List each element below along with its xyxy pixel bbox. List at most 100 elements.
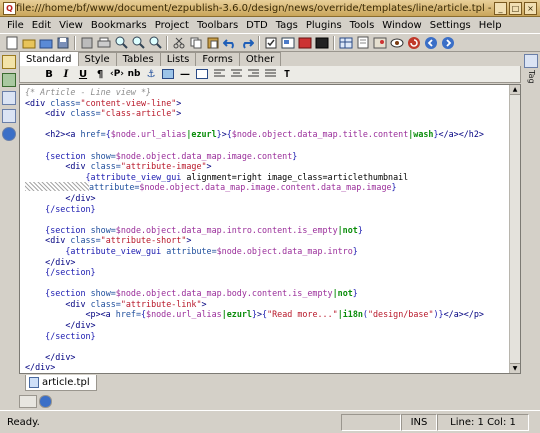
align-justify-icon[interactable] [263, 67, 277, 81]
code-line[interactable] [25, 140, 508, 151]
structure-icon[interactable] [2, 109, 16, 123]
nbsp-icon[interactable]: nb [127, 67, 141, 81]
menu-tags[interactable]: Tags [272, 20, 302, 31]
eye-icon[interactable] [389, 35, 405, 51]
menu-tools[interactable]: Tools [346, 20, 379, 31]
teletype-icon[interactable]: T [280, 67, 294, 81]
code-line[interactable]: <div class="class-article"> [25, 108, 508, 119]
preview-icon[interactable] [280, 35, 296, 51]
tab-style[interactable]: Style [77, 52, 117, 66]
refresh-icon[interactable] [406, 35, 422, 51]
cut-icon[interactable] [171, 35, 187, 51]
menu-bookmarks[interactable]: Bookmarks [87, 20, 151, 31]
horizontal-rule-icon[interactable]: — [178, 67, 192, 81]
menu-file[interactable]: File [3, 20, 28, 31]
tab-standard[interactable]: Standard [19, 51, 79, 66]
code-line[interactable]: <div class="attribute-image"> [25, 161, 508, 172]
code-line[interactable]: {/section} [25, 267, 508, 278]
align-right-icon[interactable] [246, 67, 260, 81]
code-line[interactable]: <div class="attribute-link"> [25, 299, 508, 310]
find-next-icon[interactable] [130, 35, 146, 51]
code-line[interactable]: {attribute_view_gui attribute=$node.obje… [25, 246, 508, 257]
code-area[interactable]: {* Article - Line view *} <div class="con… [25, 87, 508, 373]
documentation-icon[interactable] [2, 127, 16, 141]
image-map-icon[interactable] [372, 35, 388, 51]
undo-icon[interactable] [222, 35, 238, 51]
vertical-scrollbar[interactable]: ▲ ▼ [509, 85, 520, 373]
code-line[interactable]: attribute=$node.object.data_map.image.co… [25, 182, 508, 193]
paragraph-icon[interactable]: ¶ [93, 67, 107, 81]
menu-project[interactable]: Project [151, 20, 193, 31]
code-line[interactable]: </div> [25, 362, 508, 373]
save-all-icon[interactable] [79, 35, 95, 51]
menu-dtd[interactable]: DTD [242, 20, 272, 31]
menu-toolbars[interactable]: Toolbars [193, 20, 242, 31]
tab-lists[interactable]: Lists [159, 52, 197, 66]
open-file-icon[interactable] [21, 35, 37, 51]
templates-icon[interactable] [2, 91, 16, 105]
copy-icon[interactable] [188, 35, 204, 51]
checkbox-icon[interactable] [263, 35, 279, 51]
terminal-icon[interactable] [314, 35, 330, 51]
menu-help[interactable]: Help [475, 20, 506, 31]
messages-panel-icon[interactable] [19, 395, 37, 408]
print-icon[interactable] [96, 35, 112, 51]
scroll-up-arrow-icon[interactable]: ▲ [510, 85, 520, 95]
code-line[interactable]: </div> [25, 320, 508, 331]
code-line[interactable]: <div class="content-view-line"> [25, 98, 508, 109]
align-left-icon[interactable] [212, 67, 226, 81]
tag-attributes-label[interactable]: Tag [527, 70, 536, 84]
project-tree-icon[interactable] [2, 73, 16, 87]
code-line[interactable] [25, 278, 508, 289]
app-icon[interactable]: Q [3, 1, 16, 15]
forward-icon[interactable] [440, 35, 456, 51]
menu-edit[interactable]: Edit [28, 20, 55, 31]
underline-button[interactable]: U [76, 67, 90, 81]
new-file-icon[interactable] [4, 35, 20, 51]
code-line[interactable]: </div> [25, 193, 508, 204]
menu-view[interactable]: View [55, 20, 87, 31]
code-line[interactable] [25, 341, 508, 352]
comment-icon[interactable] [195, 67, 209, 81]
italic-button[interactable]: I [59, 67, 73, 81]
menu-window[interactable]: Window [378, 20, 425, 31]
find-icon[interactable] [113, 35, 129, 51]
open-recent-icon[interactable] [38, 35, 54, 51]
close-button[interactable]: × [524, 1, 537, 15]
maximize-button[interactable]: □ [509, 1, 522, 15]
code-line[interactable]: <h2><a href={$node.url_alias|ezurl}>{$no… [25, 129, 508, 140]
code-line[interactable] [25, 119, 508, 130]
code-line[interactable]: </div> [25, 257, 508, 268]
code-icon[interactable]: ‹P› [110, 67, 124, 81]
menu-settings[interactable]: Settings [426, 20, 475, 31]
code-line[interactable]: {* Article - Line view *} [25, 87, 508, 98]
table-icon[interactable] [338, 35, 354, 51]
code-line[interactable]: <div class="attribute-short"> [25, 235, 508, 246]
save-icon[interactable] [55, 35, 71, 51]
files-tree-icon[interactable] [2, 55, 16, 69]
code-line[interactable]: {/section} [25, 204, 508, 215]
code-line[interactable]: {section show=$node.object.data_map.body… [25, 288, 508, 299]
replace-icon[interactable] [147, 35, 163, 51]
tab-forms[interactable]: Forms [195, 52, 240, 66]
menu-plugins[interactable]: Plugins [302, 20, 346, 31]
code-line[interactable] [25, 214, 508, 225]
tab-article-tpl[interactable]: article.tpl [25, 375, 97, 391]
attribute-editor-icon[interactable] [524, 54, 538, 68]
document-icon[interactable] [355, 35, 371, 51]
code-line[interactable]: {/section} [25, 331, 508, 342]
scroll-down-arrow-icon[interactable]: ▼ [510, 363, 520, 373]
code-line[interactable]: <p><a href={$node.url_alias|ezurl}>{"Rea… [25, 309, 508, 320]
align-center-icon[interactable] [229, 67, 243, 81]
code-line[interactable]: {section show=$node.object.data_map.imag… [25, 151, 508, 162]
anchor-icon[interactable]: ⚓ [144, 67, 158, 81]
back-icon[interactable] [423, 35, 439, 51]
paste-icon[interactable] [205, 35, 221, 51]
insert-image-icon[interactable] [161, 67, 175, 81]
code-line[interactable]: {section show=$node.object.data_map.intr… [25, 225, 508, 236]
redo-icon[interactable] [239, 35, 255, 51]
image-icon[interactable] [297, 35, 313, 51]
tab-other[interactable]: Other [238, 52, 282, 66]
code-line[interactable]: {attribute_view_gui alignment=right imag… [25, 172, 508, 183]
tab-tables[interactable]: Tables [115, 52, 161, 66]
